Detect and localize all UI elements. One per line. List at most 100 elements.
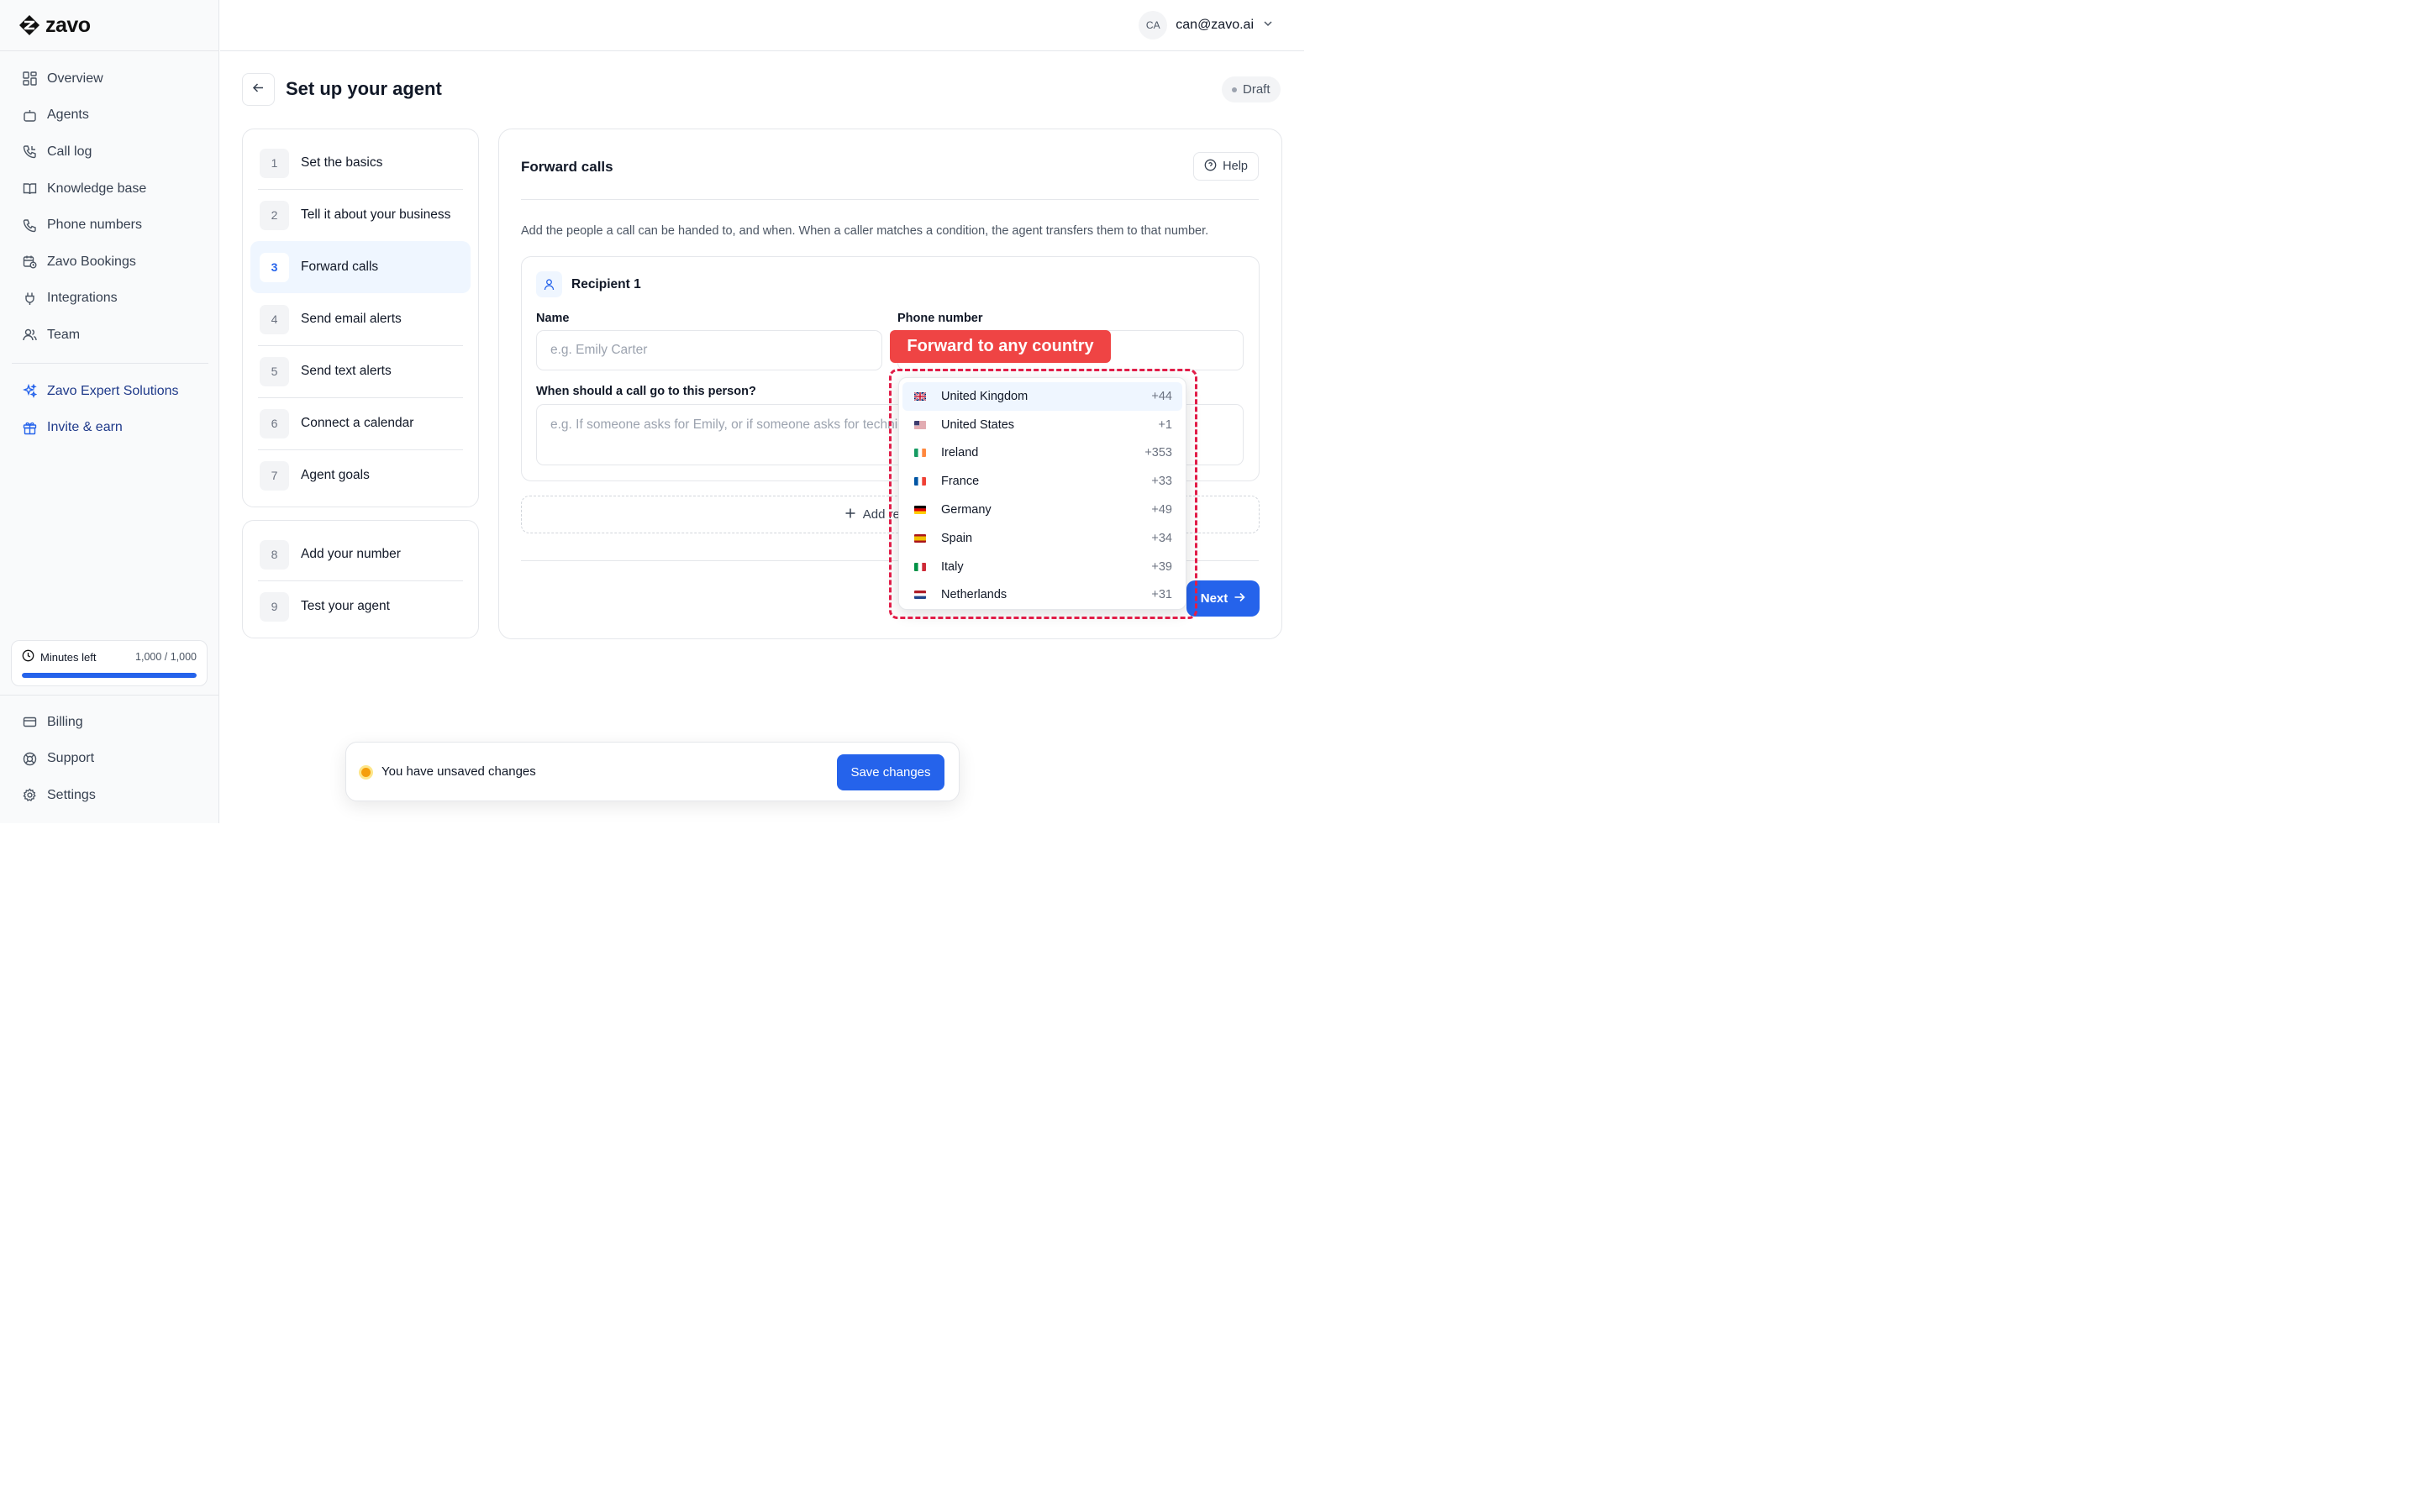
step-send-text-alerts[interactable]: 5 Send text alerts — [250, 345, 471, 397]
phone-log-icon — [22, 144, 37, 160]
sidebar-item-invite-earn[interactable]: Invite & earn — [12, 409, 208, 446]
next-button[interactable]: Next — [1186, 580, 1260, 617]
country-option-netherlands[interactable]: Netherlands +31 — [902, 581, 1182, 610]
country-option-spain[interactable]: Spain +34 — [902, 524, 1182, 553]
sidebar-item-overview[interactable]: Overview — [12, 60, 208, 97]
help-button[interactable]: Help — [1193, 152, 1259, 181]
unsaved-message: You have unsaved changes — [381, 764, 536, 779]
user-menu[interactable]: CA can@zavo.ai — [1139, 11, 1274, 39]
step-connect-calendar[interactable]: 6 Connect a calendar — [250, 397, 471, 449]
sidebar-nav: Overview Agents Call log Knowledge base … — [12, 60, 208, 446]
sidebar-item-label: Knowledge base — [47, 181, 147, 196]
brand-logo[interactable]: zavo — [18, 13, 91, 37]
step-number: 8 — [260, 539, 289, 570]
step-set-the-basics[interactable]: 1 Set the basics — [250, 137, 471, 189]
country-option-united-kingdom[interactable]: United Kingdom +44 — [902, 382, 1182, 411]
sidebar-item-expert-solutions[interactable]: Zavo Expert Solutions — [12, 373, 208, 410]
calendar-clock-icon — [22, 255, 37, 270]
step-add-your-number[interactable]: 8 Add your number — [250, 528, 471, 580]
sidebar-item-label: Overview — [47, 71, 103, 86]
recipient-title: Recipient 1 — [571, 277, 641, 291]
chevron-down-icon — [1262, 18, 1274, 34]
arrow-right-icon — [1234, 591, 1245, 606]
step-number: 7 — [260, 460, 289, 491]
sidebar-item-label: Phone numbers — [47, 218, 142, 233]
callout-banner: Forward to any country — [890, 330, 1111, 363]
step-test-your-agent[interactable]: 9 Test your agent — [250, 580, 471, 633]
country-name: Spain — [941, 531, 973, 545]
country-name: United States — [941, 417, 1015, 432]
sidebar-item-label: Zavo Expert Solutions — [47, 383, 179, 398]
dial-code: +34 — [1151, 531, 1172, 545]
name-input[interactable]: e.g. Emily Carter — [536, 330, 882, 370]
dial-code: +39 — [1151, 559, 1172, 574]
step-label: Test your agent — [301, 599, 390, 613]
section-title: Forward calls — [521, 159, 613, 175]
brand-name: zavo — [45, 13, 91, 37]
plus-icon — [844, 507, 856, 522]
sidebar-item-agents[interactable]: Agents — [12, 97, 208, 134]
users-icon — [22, 328, 37, 343]
sidebar-item-label: Invite & earn — [47, 420, 123, 435]
phone-icon — [22, 218, 37, 233]
country-name: United Kingdom — [941, 389, 1028, 403]
status-dot — [1232, 87, 1237, 92]
sidebar-item-support[interactable]: Support — [12, 741, 208, 778]
minutes-label-group: Minutes left — [22, 649, 96, 664]
step-number: 1 — [260, 148, 289, 178]
step-number: 6 — [260, 408, 289, 438]
credit-card-icon — [22, 715, 37, 730]
sidebar-item-zavo-bookings[interactable]: Zavo Bookings — [12, 244, 208, 281]
country-option-united-states[interactable]: United States +1 — [902, 411, 1182, 439]
step-label: Forward calls — [301, 260, 379, 274]
country-name: Germany — [941, 503, 992, 517]
minutes-card: Minutes left 1,000 / 1,000 — [11, 640, 208, 686]
zavo-logo-icon — [19, 15, 39, 35]
name-label: Name — [536, 312, 570, 325]
country-option-italy[interactable]: Italy +39 — [902, 553, 1182, 581]
dial-code: +49 — [1151, 503, 1172, 517]
flag-uk-icon — [914, 391, 926, 401]
sidebar-item-phone-numbers[interactable]: Phone numbers — [12, 207, 208, 244]
sparkles-icon — [22, 384, 37, 399]
condition-label: When should a call go to this person? — [536, 385, 756, 398]
sidebar-item-label: Team — [47, 327, 81, 342]
flag-ie-icon — [914, 449, 926, 458]
lifebuoy-icon — [22, 751, 37, 766]
sidebar-item-knowledge-base[interactable]: Knowledge base — [12, 171, 208, 207]
phone-label: Phone number — [897, 312, 983, 325]
step-send-email-alerts[interactable]: 4 Send email alerts — [250, 293, 471, 345]
minutes-header: Minutes left 1,000 / 1,000 — [22, 649, 197, 664]
minutes-progress-fill — [22, 673, 197, 678]
sidebar-item-call-log[interactable]: Call log — [12, 134, 208, 171]
step-number: 9 — [260, 591, 289, 622]
sidebar-item-label: Call log — [47, 144, 92, 159]
flag-es-icon — [914, 533, 926, 543]
country-option-germany[interactable]: Germany +49 — [902, 496, 1182, 524]
sidebar-item-label: Support — [47, 751, 95, 766]
sidebar-item-label: Zavo Bookings — [47, 254, 136, 269]
sidebar-item-integrations[interactable]: Integrations — [12, 281, 208, 318]
status-label: Draft — [1243, 82, 1270, 97]
minutes-progress — [22, 673, 197, 678]
step-number: 5 — [260, 356, 289, 386]
dial-code: +353 — [1144, 446, 1172, 460]
country-option-france[interactable]: France +33 — [902, 467, 1182, 496]
sidebar-item-billing[interactable]: Billing — [12, 704, 208, 741]
sidebar-item-settings[interactable]: Settings — [12, 777, 208, 814]
step-agent-goals[interactable]: 7 Agent goals — [250, 449, 471, 501]
dial-code: +44 — [1151, 389, 1172, 403]
back-button[interactable] — [242, 73, 275, 106]
country-option-ireland[interactable]: Ireland +353 — [902, 439, 1182, 468]
save-changes-button[interactable]: Save changes — [837, 754, 944, 790]
avatar: CA — [1139, 11, 1168, 39]
step-forward-calls[interactable]: 3 Forward calls — [250, 241, 471, 293]
user-icon — [536, 271, 562, 297]
step-number: 4 — [260, 304, 289, 334]
step-tell-about-business[interactable]: 2 Tell it about your business — [250, 189, 471, 241]
sidebar-item-team[interactable]: Team — [12, 317, 208, 354]
step-label: Agent goals — [301, 468, 370, 482]
section-description: Add the people a call can be handed to, … — [521, 224, 1209, 238]
step-label: Connect a calendar — [301, 416, 414, 430]
sidebar-bottom-nav: Billing Support Settings — [12, 704, 208, 814]
